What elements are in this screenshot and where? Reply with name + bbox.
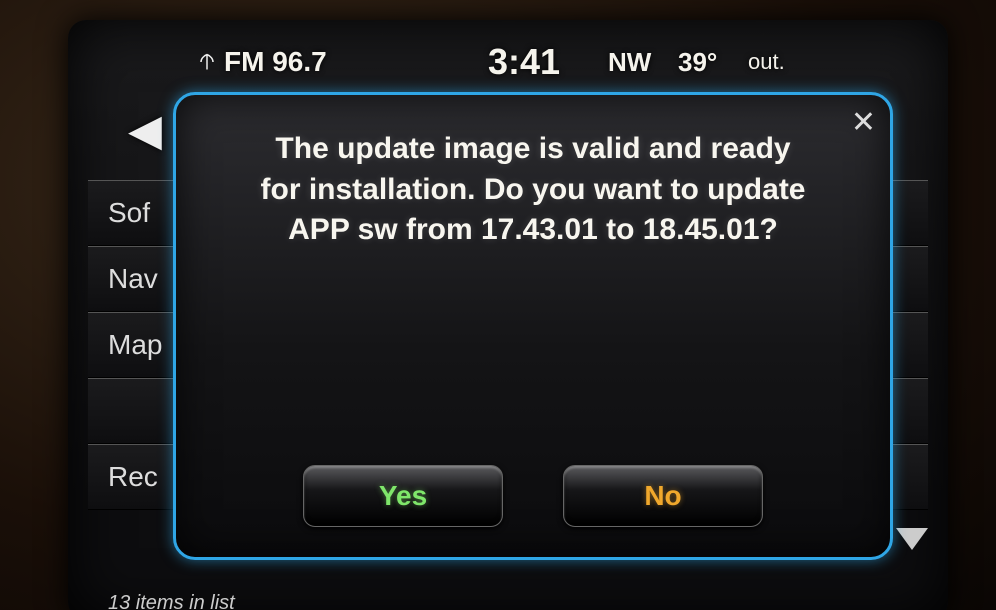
yes-button[interactable]: Yes bbox=[303, 465, 503, 527]
outside-temp: 39° bbox=[678, 47, 717, 78]
no-button-label: No bbox=[644, 480, 681, 512]
status-bar: FM 96.7 3:41 NW 39° out. bbox=[68, 38, 948, 86]
update-confirm-dialog: ✕ The update image is valid and ready fo… bbox=[173, 92, 893, 560]
compass-direction: NW bbox=[608, 47, 651, 78]
radio-status: FM 96.7 bbox=[198, 46, 327, 78]
close-icon[interactable]: ✕ bbox=[851, 105, 876, 140]
yes-button-label: Yes bbox=[379, 480, 427, 512]
scroll-down-icon[interactable] bbox=[896, 528, 928, 550]
clock: 3:41 bbox=[488, 41, 560, 83]
dialog-button-row: Yes No bbox=[216, 465, 850, 527]
dialog-message: The update image is valid and ready for … bbox=[216, 129, 850, 251]
outside-temp-label: out. bbox=[748, 49, 785, 75]
list-footer: 13 items in list bbox=[108, 592, 235, 610]
radio-label: FM 96.7 bbox=[224, 46, 327, 78]
antenna-icon bbox=[198, 53, 216, 71]
infotainment-screen: FM 96.7 3:41 NW 39° out. ◀ Sof Nav Map R… bbox=[68, 20, 948, 610]
no-button[interactable]: No bbox=[563, 465, 763, 527]
back-arrow-icon[interactable]: ◀ bbox=[128, 105, 162, 156]
